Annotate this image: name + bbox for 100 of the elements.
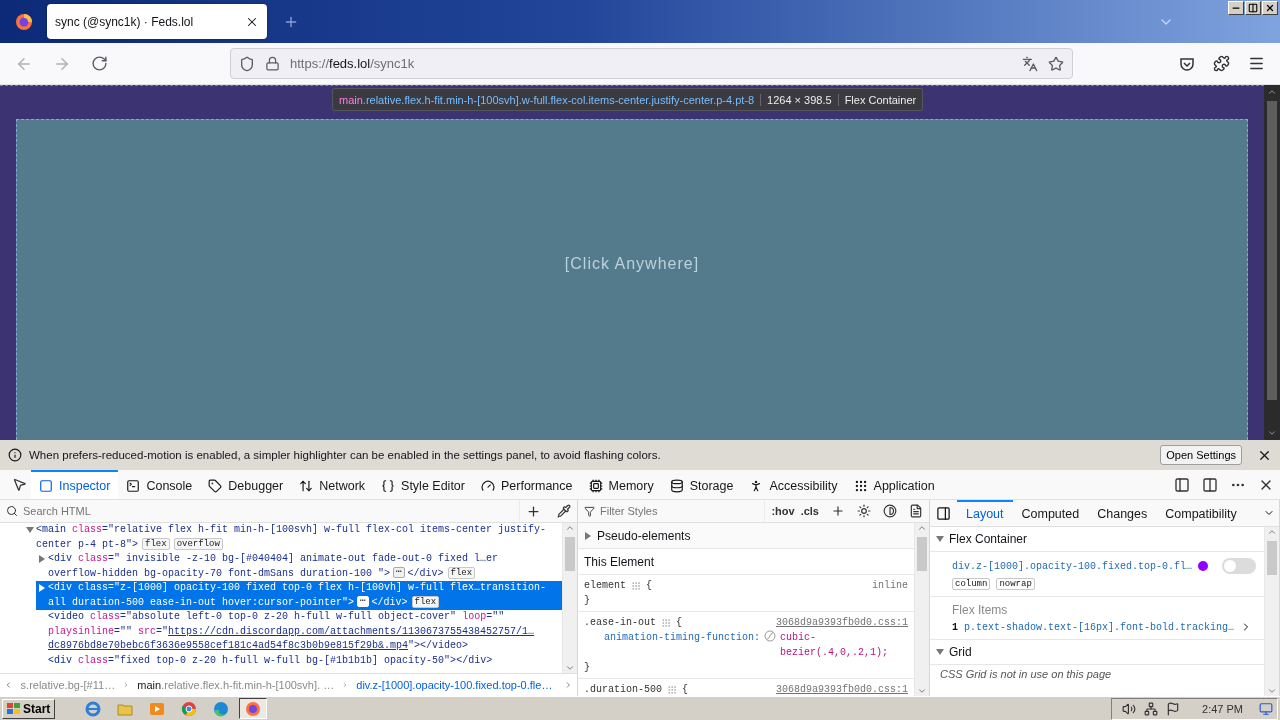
menu-icon[interactable]	[1248, 55, 1265, 72]
breadcrumb[interactable]: main.relative.flex.h-fit.min-h-[100svh]. …	[133, 679, 339, 691]
brace: {	[646, 579, 653, 593]
section-title: Flex Container	[949, 532, 1028, 546]
extensions-icon[interactable]	[1213, 55, 1230, 72]
twisty-icon[interactable]	[936, 648, 944, 656]
twisty-icon[interactable]	[38, 555, 46, 563]
devtools-tab[interactable]: Memory	[580, 470, 662, 499]
section-header[interactable]: Pseudo-elements	[578, 523, 914, 549]
speaker-icon[interactable]	[1122, 701, 1137, 716]
devtools-tab[interactable]: Inspector	[31, 470, 119, 499]
flex-item-selector[interactable]: p.text-shadow.text-[16px].font-bold.tracking…	[964, 621, 1235, 633]
devtools-tab[interactable]: Storage	[661, 470, 742, 499]
sidebar-toggle-icon[interactable]	[936, 505, 951, 521]
restore-icon	[1248, 3, 1258, 13]
minimize-button[interactable]	[1228, 1, 1244, 15]
twisty-icon[interactable]	[26, 526, 34, 534]
devtools-tab[interactable]: Accessibility	[741, 470, 846, 499]
sidebar-tab[interactable]: Compatibility	[1156, 500, 1246, 526]
breadcrumb[interactable]: s.relative.bg-[#11…	[16, 679, 120, 691]
add-node-icon[interactable]	[526, 503, 541, 519]
devtools-tab[interactable]: Application	[845, 470, 943, 499]
notification-text: When prefers-reduced-motion is enabled, a simpler highlighter can be enabled in the settings panel, to avoid flashing colors.	[29, 449, 662, 461]
element-picker-icon[interactable]	[12, 477, 27, 492]
rule-source-link[interactable]: 3068d9a9393fb0d0.css:1	[775, 615, 908, 630]
twisty-icon[interactable]	[38, 584, 46, 592]
scroll-up-icon[interactable]	[1267, 527, 1277, 537]
section-header[interactable]: Flex Container	[930, 527, 1264, 552]
contrast-icon[interactable]	[883, 504, 897, 518]
open-settings-button[interactable]: Open Settings	[1160, 445, 1242, 465]
filter-input[interactable]: Filter Styles	[600, 505, 765, 517]
info-icon	[8, 448, 22, 462]
sidebar-tab[interactable]: Changes	[1088, 500, 1157, 526]
brace: {	[676, 616, 683, 630]
dock-side-icon[interactable]	[1174, 476, 1190, 493]
sidebar-tab[interactable]: Layout	[957, 500, 1013, 526]
pocket-icon[interactable]	[1179, 55, 1195, 72]
rule-source-link[interactable]: 3068d9a9393fb0d0.css:1	[775, 682, 908, 696]
language-icon[interactable]	[1022, 55, 1038, 72]
browser-tab[interactable]: sync (@sync1k) · Feds.lol	[47, 4, 267, 39]
shield-icon[interactable]	[239, 55, 255, 72]
tag-icon	[208, 478, 223, 493]
class-toggle[interactable]: .cls	[800, 505, 819, 517]
container-selector[interactable]: div.z-[1000].opacity-100.fixed.top-0.fl…	[952, 560, 1193, 572]
click-prompt: [Click Anywhere]	[564, 255, 700, 273]
pseudo-class-toggle[interactable]: :hov	[771, 505, 795, 517]
dots-grid-icon	[667, 684, 677, 695]
devtools-tab[interactable]: Console	[118, 470, 201, 499]
tab-title: sync (@sync1k) · Feds.lol	[55, 14, 195, 29]
devtools-tab[interactable]: Performance	[472, 470, 581, 499]
scroll-down-icon[interactable]	[917, 686, 927, 696]
page-scrollbar[interactable]	[1264, 85, 1280, 440]
devtools-tab[interactable]: Style Editor	[373, 470, 473, 499]
scroll-up-icon[interactable]	[1267, 87, 1277, 97]
address-field[interactable]: https://feds.lol/sync1k	[230, 48, 1073, 79]
start-button[interactable]: Start	[2, 698, 56, 719]
section-header[interactable]: Grid	[930, 640, 1264, 665]
rule-selector: .duration-500	[584, 683, 662, 696]
twisty-icon[interactable]	[936, 535, 944, 543]
bookmark-star-icon[interactable]	[1048, 55, 1064, 72]
filter-field[interactable]: Filter Styles	[584, 500, 766, 522]
scroll-thumb[interactable]	[565, 537, 575, 571]
devtools-tab[interactable]: Network	[291, 470, 374, 499]
clock: 2:47 PM	[1202, 702, 1243, 715]
scroll-down-icon[interactable]	[1267, 428, 1277, 438]
show-desktop-icon[interactable]	[1259, 701, 1273, 716]
rule-selector: element	[584, 579, 626, 593]
scrollbar[interactable]	[1264, 527, 1279, 696]
scroll-thumb[interactable]	[1267, 101, 1277, 400]
highlight-toggle[interactable]	[1222, 558, 1256, 574]
section-title: Pseudo-elements	[597, 528, 691, 543]
breadcrumb[interactable]: div.z-[1000].opacity-100.fixed.top-0.fle…	[352, 679, 557, 691]
scroll-down-icon[interactable]	[1267, 686, 1277, 696]
sidebar-tab[interactable]: Computed	[1012, 500, 1089, 526]
document-icon[interactable]	[909, 504, 923, 518]
scrollbar[interactable]	[914, 523, 929, 696]
filter-icon	[584, 505, 595, 517]
split-view-icon[interactable]	[1202, 476, 1218, 493]
property-value: cubic-bezier(.4,0,.2,1);	[780, 631, 890, 660]
flag-icon[interactable]	[1166, 701, 1181, 716]
scrollbar[interactable]	[562, 523, 577, 673]
taskbar-app[interactable]	[239, 698, 268, 719]
scroll-thumb[interactable]	[917, 537, 927, 571]
close-button[interactable]	[1262, 1, 1278, 15]
scroll-down-icon[interactable]	[565, 663, 575, 673]
reload-icon[interactable]	[91, 55, 108, 72]
lock-icon[interactable]	[265, 56, 280, 71]
sun-icon[interactable]	[857, 504, 871, 518]
network-icon[interactable]	[1144, 701, 1159, 716]
search-field[interactable]: Search HTML	[6, 500, 520, 522]
scroll-up-icon[interactable]	[917, 523, 927, 533]
devtools-tab[interactable]: Debugger	[200, 470, 292, 499]
twisty-icon[interactable]	[584, 531, 592, 540]
eyedropper-icon[interactable]	[557, 504, 571, 518]
dots-grid-icon	[853, 478, 868, 493]
scroll-thumb[interactable]	[1267, 541, 1277, 575]
add-rule-icon[interactable]	[831, 504, 845, 518]
scroll-up-icon[interactable]	[565, 523, 575, 533]
item-number: 1	[952, 621, 958, 633]
restore-button[interactable]	[1245, 1, 1261, 15]
